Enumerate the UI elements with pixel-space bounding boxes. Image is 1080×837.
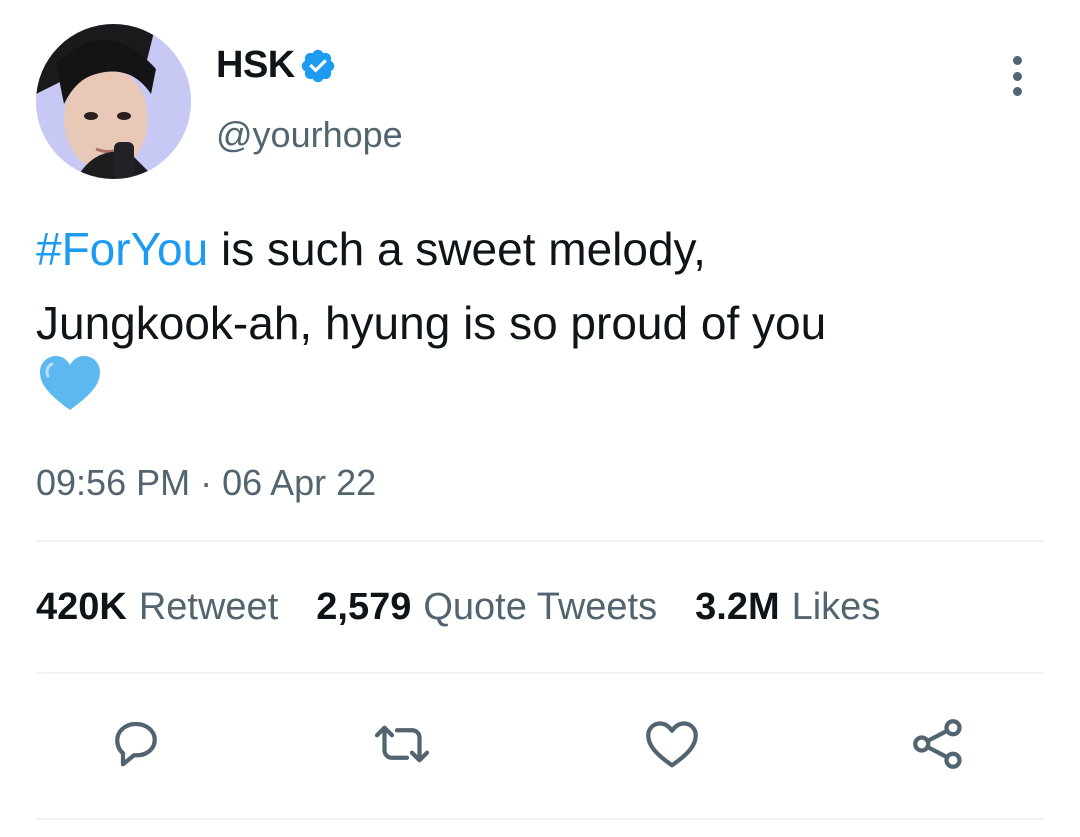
tweet-timestamp[interactable]: 09:56 PM · 06 Apr 22	[36, 462, 376, 504]
retweet-button[interactable]	[370, 712, 434, 776]
retweet-count-label: Retweet	[138, 586, 279, 628]
like-button[interactable]	[640, 712, 704, 776]
display-name[interactable]: HSK	[216, 44, 295, 87]
retweet-icon	[374, 725, 430, 763]
user-handle[interactable]: @yourhope	[216, 114, 403, 156]
author-name-row[interactable]: HSK	[216, 44, 337, 87]
blue-heart-icon	[40, 356, 100, 410]
quote-tweet-count[interactable]: 2,579 Quote Tweets	[316, 586, 657, 629]
hashtag-link[interactable]: #ForYou	[36, 223, 208, 275]
divider	[36, 672, 1044, 674]
share-button[interactable]	[906, 712, 970, 776]
engagement-stats: 420K Retweet 2,579 Quote Tweets 3.2M Lik…	[36, 586, 918, 629]
reply-icon	[115, 721, 157, 767]
retweet-count-value: 420K	[36, 586, 127, 628]
tweet-actions	[0, 712, 1080, 776]
divider	[36, 818, 1044, 820]
more-options-icon[interactable]	[1002, 56, 1032, 96]
divider	[36, 540, 1044, 542]
verified-badge-icon	[301, 49, 334, 82]
like-count-value: 3.2M	[695, 586, 780, 628]
tweet-line-2: Jungkook-ah, hyung is so proud of you	[36, 297, 827, 349]
share-icon	[913, 719, 962, 769]
quote-count-label: Quote Tweets	[423, 586, 658, 628]
quote-count-value: 2,579	[316, 586, 412, 628]
like-count-label: Likes	[791, 586, 881, 628]
tweet-line-1: #ForYou is such a sweet melody,	[36, 212, 1036, 286]
like-count[interactable]: 3.2M Likes	[695, 586, 880, 629]
profile-photo-icon	[36, 24, 191, 179]
tweet-text: #ForYou is such a sweet melody, Jungkook…	[36, 212, 1036, 360]
like-icon	[646, 721, 698, 768]
retweet-count[interactable]: 420K Retweet	[36, 586, 278, 629]
avatar[interactable]	[36, 24, 191, 179]
reply-button[interactable]	[104, 712, 168, 776]
tweet-line-1-text: is such a sweet melody,	[208, 223, 706, 275]
